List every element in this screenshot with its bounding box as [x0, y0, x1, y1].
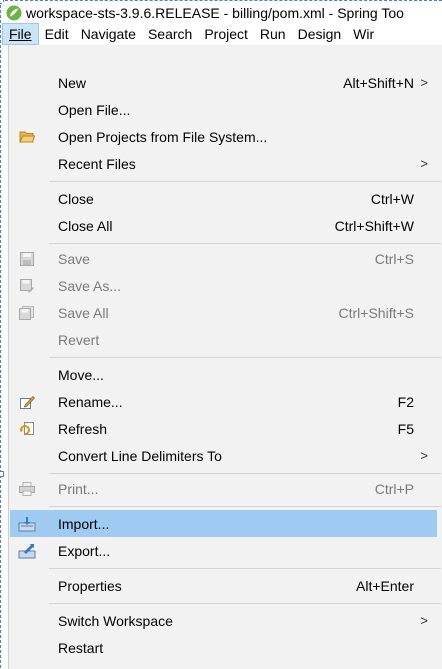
menu-item-restart[interactable]: Restart — [10, 634, 437, 661]
window-frame: workspace-sts-3.9.6.RELEASE - billing/po… — [0, 0, 442, 669]
menu-item-recent-files[interactable]: Recent Files > — [10, 150, 437, 177]
menu-item-label: Recent Files — [58, 155, 136, 172]
menu-item-properties[interactable]: Properties Alt+Enter — [10, 572, 437, 599]
menubar-search[interactable]: Search — [142, 23, 198, 45]
menu-item-accelerator: Ctrl+S — [374, 250, 414, 267]
menu-item-label: Export... — [58, 542, 111, 559]
menu-item-label: Rename... — [58, 393, 123, 410]
menu-item-label: Switch Workspace — [58, 612, 173, 629]
menu-separator — [49, 473, 441, 474]
selection-handle — [0, 471, 4, 477]
menu-item-accelerator: Ctrl+Shift+W — [334, 217, 414, 234]
submenu-arrow-icon: > — [420, 448, 428, 463]
menu-item-accelerator: Ctrl+Shift+S — [338, 304, 414, 321]
menu-item-accelerator: F5 — [397, 420, 414, 437]
menubar-window[interactable]: Wir — [347, 23, 380, 45]
menu-item-label: New — [58, 74, 87, 91]
menu-item-close-all[interactable]: Close All Ctrl+Shift+W — [10, 212, 437, 239]
submenu-arrow-icon: > — [420, 613, 428, 628]
menu-item-label: Close — [58, 190, 94, 207]
submenu-arrow-icon: > — [420, 75, 428, 90]
menu-item-convert-line-delimiters[interactable]: Convert Line Delimiters To > — [10, 442, 437, 469]
menu-item-revert[interactable]: Revert — [10, 326, 437, 353]
menu-bar: File Edit Navigate Search Project Run De… — [2, 23, 442, 45]
file-menu-dropdown: New Alt+Shift+N > Open File... Open Proj… — [8, 45, 442, 669]
menu-item-label: Refresh — [58, 420, 108, 437]
menu-separator — [49, 506, 441, 507]
menu-item-export[interactable]: Export... — [10, 537, 437, 564]
menu-item-label: Move... — [58, 366, 104, 383]
printer-icon — [18, 480, 36, 498]
save-all-icon — [18, 304, 36, 322]
menubar-navigate[interactable]: Navigate — [75, 23, 142, 45]
menu-separator — [49, 603, 441, 604]
submenu-arrow-icon: > — [420, 156, 428, 171]
menu-item-open-file[interactable]: Open File... — [10, 96, 437, 123]
menu-item-save[interactable]: Save Ctrl+S — [10, 245, 437, 272]
menu-item-switch-workspace[interactable]: Switch Workspace > — [10, 607, 437, 634]
menu-item-open-projects[interactable]: Open Projects from File System... — [10, 123, 437, 150]
menu-item-label: Save All — [58, 304, 109, 321]
menu-item-rename[interactable]: Rename... F2 — [10, 388, 437, 415]
menu-item-label: Properties — [58, 577, 122, 594]
menu-separator — [49, 243, 441, 244]
menu-item-save-as[interactable]: Save As... — [10, 272, 437, 299]
menu-item-accelerator: Alt+Shift+N — [343, 74, 414, 91]
menu-item-import[interactable]: Import... — [10, 510, 437, 537]
menubar-edit[interactable]: Edit — [39, 23, 75, 45]
menu-item-save-all[interactable]: Save All Ctrl+Shift+S — [10, 299, 437, 326]
rename-icon — [18, 393, 36, 411]
menu-separator — [49, 357, 441, 358]
save-as-icon — [18, 277, 36, 295]
menu-item-label: Open Projects from File System... — [58, 128, 268, 145]
menu-item-print[interactable]: Print... Ctrl+P — [10, 475, 437, 502]
menu-item-label: Close All — [58, 217, 113, 234]
menu-item-label: Open File... — [58, 101, 131, 118]
folder-icon — [18, 128, 36, 146]
menubar-design[interactable]: Design — [292, 23, 348, 45]
menu-item-accelerator: Ctrl+W — [370, 190, 414, 207]
menu-separator — [49, 181, 441, 182]
menubar-file[interactable]: File — [2, 23, 39, 45]
save-icon — [18, 250, 36, 268]
menu-item-accelerator: F2 — [397, 393, 414, 410]
menu-item-label: Convert Line Delimiters To — [58, 447, 222, 464]
menu-item-label: Import... — [58, 515, 110, 532]
refresh-icon — [18, 420, 36, 438]
menubar-run[interactable]: Run — [254, 23, 292, 45]
menu-item-label: Save — [58, 250, 90, 267]
menu-item-label: Revert — [58, 331, 100, 348]
menu-item-accelerator: Ctrl+P — [374, 480, 414, 497]
menu-item-label: Print... — [58, 480, 99, 497]
menubar-project[interactable]: Project — [198, 23, 254, 45]
menu-item-label: Save As... — [58, 277, 122, 294]
spring-tool-suite-icon — [6, 5, 22, 20]
menu-separator — [49, 568, 441, 569]
menu-item-new[interactable]: New Alt+Shift+N > — [10, 69, 437, 96]
import-icon — [18, 515, 36, 533]
export-icon — [18, 542, 36, 560]
menu-item-label: Restart — [58, 639, 104, 656]
menu-item-close[interactable]: Close Ctrl+W — [10, 185, 437, 212]
title-bar: workspace-sts-3.9.6.RELEASE - billing/po… — [2, 2, 442, 23]
menu-item-accelerator: Alt+Enter — [356, 577, 414, 594]
menu-item-move[interactable]: Move... — [10, 361, 437, 388]
window-title: workspace-sts-3.9.6.RELEASE - billing/po… — [26, 4, 404, 21]
menu-item-refresh[interactable]: Refresh F5 — [10, 415, 437, 442]
